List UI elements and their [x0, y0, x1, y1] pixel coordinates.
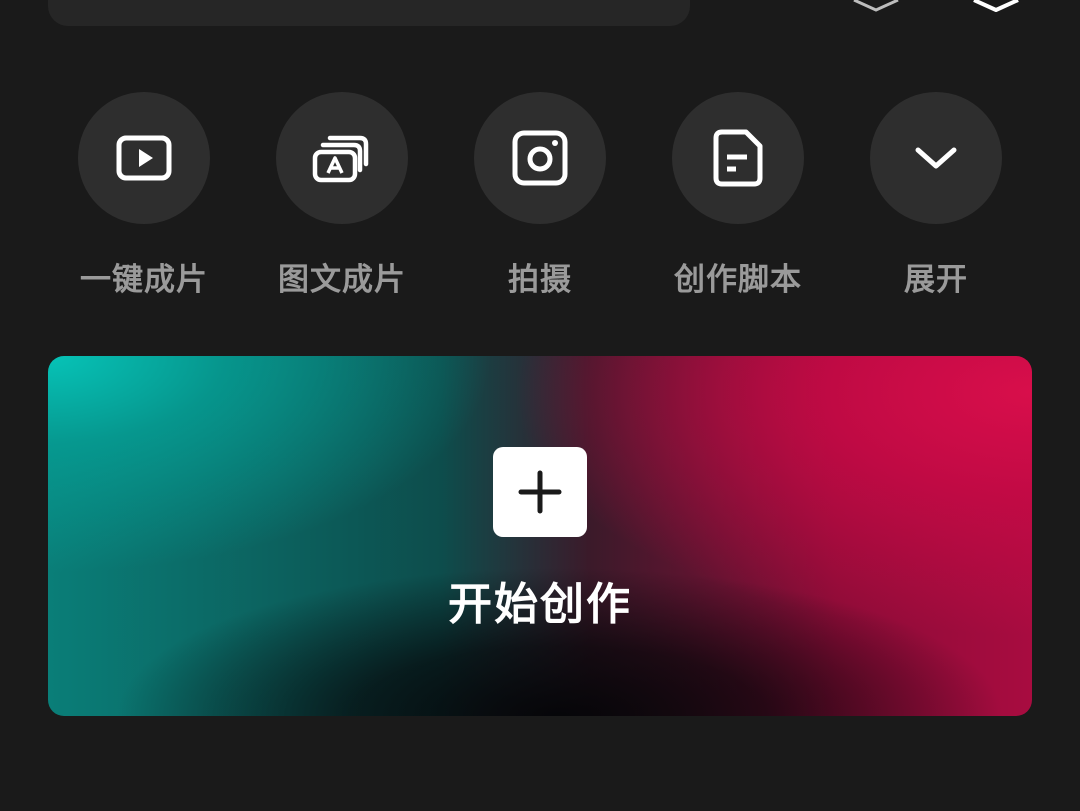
shoot-label: 拍摄	[508, 262, 572, 298]
plus-icon	[518, 470, 562, 514]
creation-script-button[interactable]: 创作脚本	[639, 92, 837, 302]
expand-button[interactable]: 展开	[837, 92, 1035, 302]
plus-button[interactable]	[493, 447, 587, 537]
video-play-icon	[116, 135, 172, 181]
search-bar[interactable]	[48, 0, 690, 26]
expand-label: 展开	[904, 262, 968, 298]
document-icon	[713, 129, 763, 187]
cube-icon[interactable]	[972, 0, 1020, 12]
start-creating-label: 开始创作	[448, 579, 632, 630]
home-screen: 一键成片 图文成片 拍摄 创作脚本 展开 开始创作	[0, 0, 1080, 811]
text-image-icon	[312, 135, 369, 183]
layers-icon[interactable]	[852, 0, 900, 12]
shoot-button[interactable]: 拍摄	[441, 92, 639, 302]
one-click-film-label: 一键成片	[80, 262, 208, 298]
one-click-film-circle[interactable]	[78, 92, 210, 224]
text-to-video-button[interactable]: 图文成片	[243, 92, 441, 302]
one-click-film-button[interactable]: 一键成片	[45, 92, 243, 302]
text-to-video-label: 图文成片	[278, 262, 406, 298]
creation-script-circle[interactable]	[672, 92, 804, 224]
shoot-circle[interactable]	[474, 92, 606, 224]
chevron-down-icon	[915, 147, 957, 169]
quick-actions: 一键成片 图文成片 拍摄 创作脚本 展开	[0, 92, 1080, 302]
text-to-video-circle[interactable]	[276, 92, 408, 224]
camera-icon	[512, 130, 568, 186]
expand-circle[interactable]	[870, 92, 1002, 224]
creation-script-label: 创作脚本	[674, 262, 802, 298]
start-creating-card[interactable]: 开始创作	[48, 356, 1032, 716]
